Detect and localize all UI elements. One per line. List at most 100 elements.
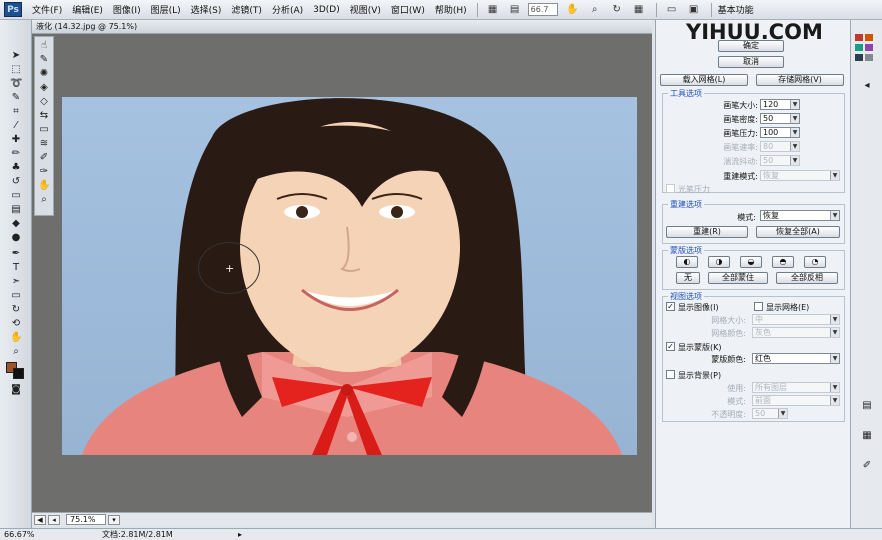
status-arrow-icon[interactable]: ▸ — [238, 529, 242, 540]
dodge-tool-icon[interactable]: ● — [10, 232, 22, 244]
mask-all-button[interactable]: 全部蒙住 — [708, 272, 768, 284]
show-mesh-checkbox[interactable] — [754, 302, 763, 311]
menu-3d[interactable]: 3D(D) — [313, 5, 340, 15]
cancel-button[interactable]: 取消 — [718, 56, 784, 68]
mirror-tool-icon[interactable]: ▭ — [38, 124, 50, 136]
bloat-tool-icon[interactable]: ◇ — [38, 96, 50, 108]
photo-canvas[interactable] — [62, 97, 637, 455]
swatch-dark[interactable] — [855, 54, 863, 61]
healing-brush-tool-icon[interactable]: ✚ — [10, 134, 22, 146]
lasso-tool-icon[interactable]: ➰ — [10, 78, 22, 90]
chevron-down-icon[interactable]: ▼ — [790, 128, 799, 137]
brush-pressure-field[interactable]: 100 ▼ — [760, 127, 800, 138]
eraser-tool-icon[interactable]: ▭ — [10, 190, 22, 202]
hand-tool-icon[interactable]: ✋ — [10, 332, 22, 344]
pen-tool-icon[interactable]: ✒ — [10, 248, 22, 260]
brush-size-field[interactable]: 120 ▼ — [760, 99, 800, 110]
zoom-level-dropdown[interactable]: 66.7 — [527, 3, 558, 16]
chevron-down-icon[interactable]: ▼ — [830, 354, 839, 363]
intersect-selection-button[interactable]: ◓ — [772, 256, 794, 268]
push-left-tool-icon[interactable]: ⇆ — [38, 110, 50, 122]
menu-filter[interactable]: 滤镜(T) — [231, 3, 262, 16]
path-select-tool-icon[interactable]: ➣ — [10, 276, 22, 288]
zoom-tool-icon[interactable]: ⌕ — [38, 194, 50, 206]
swatch-red[interactable] — [855, 34, 863, 41]
menu-file[interactable]: 文件(F) — [32, 3, 62, 16]
layers-icon[interactable]: ▤ — [861, 400, 873, 412]
blur-tool-icon[interactable]: ◆ — [10, 218, 22, 230]
mask-color-select[interactable]: 红色 ▼ — [752, 353, 840, 364]
chevron-down-icon[interactable]: ▼ — [790, 100, 799, 109]
quick-select-tool-icon[interactable]: ✎ — [10, 92, 22, 104]
zoom-tool-icon[interactable]: ⌕ — [10, 346, 22, 358]
swatch-teal[interactable] — [855, 44, 863, 51]
menu-window[interactable]: 窗口(W) — [391, 3, 425, 16]
swatch-gray[interactable] — [865, 54, 873, 61]
nav-prev-button[interactable]: ◂ — [48, 514, 60, 525]
add-to-selection-button[interactable]: ◑ — [708, 256, 730, 268]
zoom-field[interactable]: 75.1% — [66, 514, 106, 525]
bridge-icon[interactable]: ▦ — [486, 4, 500, 16]
menu-edit[interactable]: 编辑(E) — [72, 3, 103, 16]
forward-warp-tool-icon[interactable]: ☝ — [38, 40, 50, 52]
brush-tool-icon[interactable]: ✏ — [10, 148, 22, 160]
twirl-clockwise-tool-icon[interactable]: ✺ — [38, 68, 50, 80]
replace-selection-button[interactable]: ◐ — [676, 256, 698, 268]
swatch-orange[interactable] — [865, 34, 873, 41]
menu-select[interactable]: 选择(S) — [191, 3, 222, 16]
pucker-tool-icon[interactable]: ◈ — [38, 82, 50, 94]
type-tool-icon[interactable]: T — [10, 262, 22, 274]
3d-rotate-tool-icon[interactable]: ↻ — [10, 304, 22, 316]
crop-tool-icon[interactable]: ⌗ — [10, 106, 22, 118]
brush-density-field[interactable]: 50 ▼ — [760, 113, 800, 124]
freeze-mask-tool-icon[interactable]: ✐ — [38, 152, 50, 164]
load-mesh-button[interactable]: 载入网格(L) — [660, 74, 748, 86]
invert-selection-button[interactable]: ◔ — [804, 256, 826, 268]
subtract-from-selection-button[interactable]: ◒ — [740, 256, 762, 268]
hand-tool-icon[interactable]: ✋ — [38, 180, 50, 192]
zoom-dropdown-button[interactable]: ▾ — [108, 514, 120, 525]
menu-layer[interactable]: 图层(L) — [151, 3, 181, 16]
show-image-checkbox[interactable]: ✓ — [666, 302, 675, 311]
nav-first-button[interactable]: ◀ — [34, 514, 46, 525]
workspace-switcher[interactable]: 基本功能 — [718, 3, 754, 16]
reconstruct-tool-icon[interactable]: ✎ — [38, 54, 50, 66]
eyedropper-tool-icon[interactable]: ⁄ — [10, 120, 22, 132]
quick-mask-icon[interactable]: ◙ — [10, 384, 22, 396]
marquee-tool-icon[interactable]: ⬚ — [10, 64, 22, 76]
screen-mode-icon[interactable]: ▣ — [687, 4, 701, 16]
clone-stamp-tool-icon[interactable]: ♣ — [10, 162, 22, 174]
show-mask-checkbox[interactable]: ✓ — [666, 342, 675, 351]
gradient-tool-icon[interactable]: ▤ — [10, 204, 22, 216]
move-tool-icon[interactable]: ➤ — [10, 50, 22, 62]
menu-view[interactable]: 视图(V) — [350, 3, 381, 16]
show-backdrop-checkbox[interactable] — [666, 370, 675, 379]
grid-icon[interactable]: ▦ — [632, 4, 646, 16]
invert-all-button[interactable]: 全部反相 — [776, 272, 838, 284]
arrange-documents-icon[interactable]: ▭ — [665, 4, 679, 16]
restore-all-button[interactable]: 恢复全部(A) — [756, 226, 840, 238]
panel-expand-icon[interactable]: ◂ — [861, 80, 873, 92]
menu-image[interactable]: 图像(I) — [113, 3, 141, 16]
menu-help[interactable]: 帮助(H) — [435, 3, 467, 16]
chevron-down-icon[interactable]: ▼ — [830, 211, 839, 220]
channels-icon[interactable]: ▦ — [861, 430, 873, 442]
guides-icon[interactable]: ▤ — [508, 4, 522, 16]
hand-tool-icon[interactable]: ✋ — [566, 4, 580, 16]
zoom-tool-icon[interactable]: ⌕ — [588, 4, 602, 16]
swatch-purple[interactable] — [865, 44, 873, 51]
rotate-view-icon[interactable]: ↻ — [610, 4, 624, 16]
background-color-swatch[interactable] — [13, 368, 24, 379]
reconstruct-button[interactable]: 重建(R) — [666, 226, 748, 238]
reconstruct-mode-select[interactable]: 恢复 ▼ — [760, 210, 840, 221]
paths-icon[interactable]: ✐ — [861, 460, 873, 472]
menu-analysis[interactable]: 分析(A) — [272, 3, 303, 16]
3d-camera-tool-icon[interactable]: ⟲ — [10, 318, 22, 330]
history-brush-tool-icon[interactable]: ↺ — [10, 176, 22, 188]
thaw-mask-tool-icon[interactable]: ✑ — [38, 166, 50, 178]
mask-none-button[interactable]: 无 — [676, 272, 700, 284]
shape-tool-icon[interactable]: ▭ — [10, 290, 22, 302]
chevron-down-icon[interactable]: ▼ — [790, 114, 799, 123]
save-mesh-button[interactable]: 存储网格(V) — [756, 74, 844, 86]
turbulence-tool-icon[interactable]: ≋ — [38, 138, 50, 150]
